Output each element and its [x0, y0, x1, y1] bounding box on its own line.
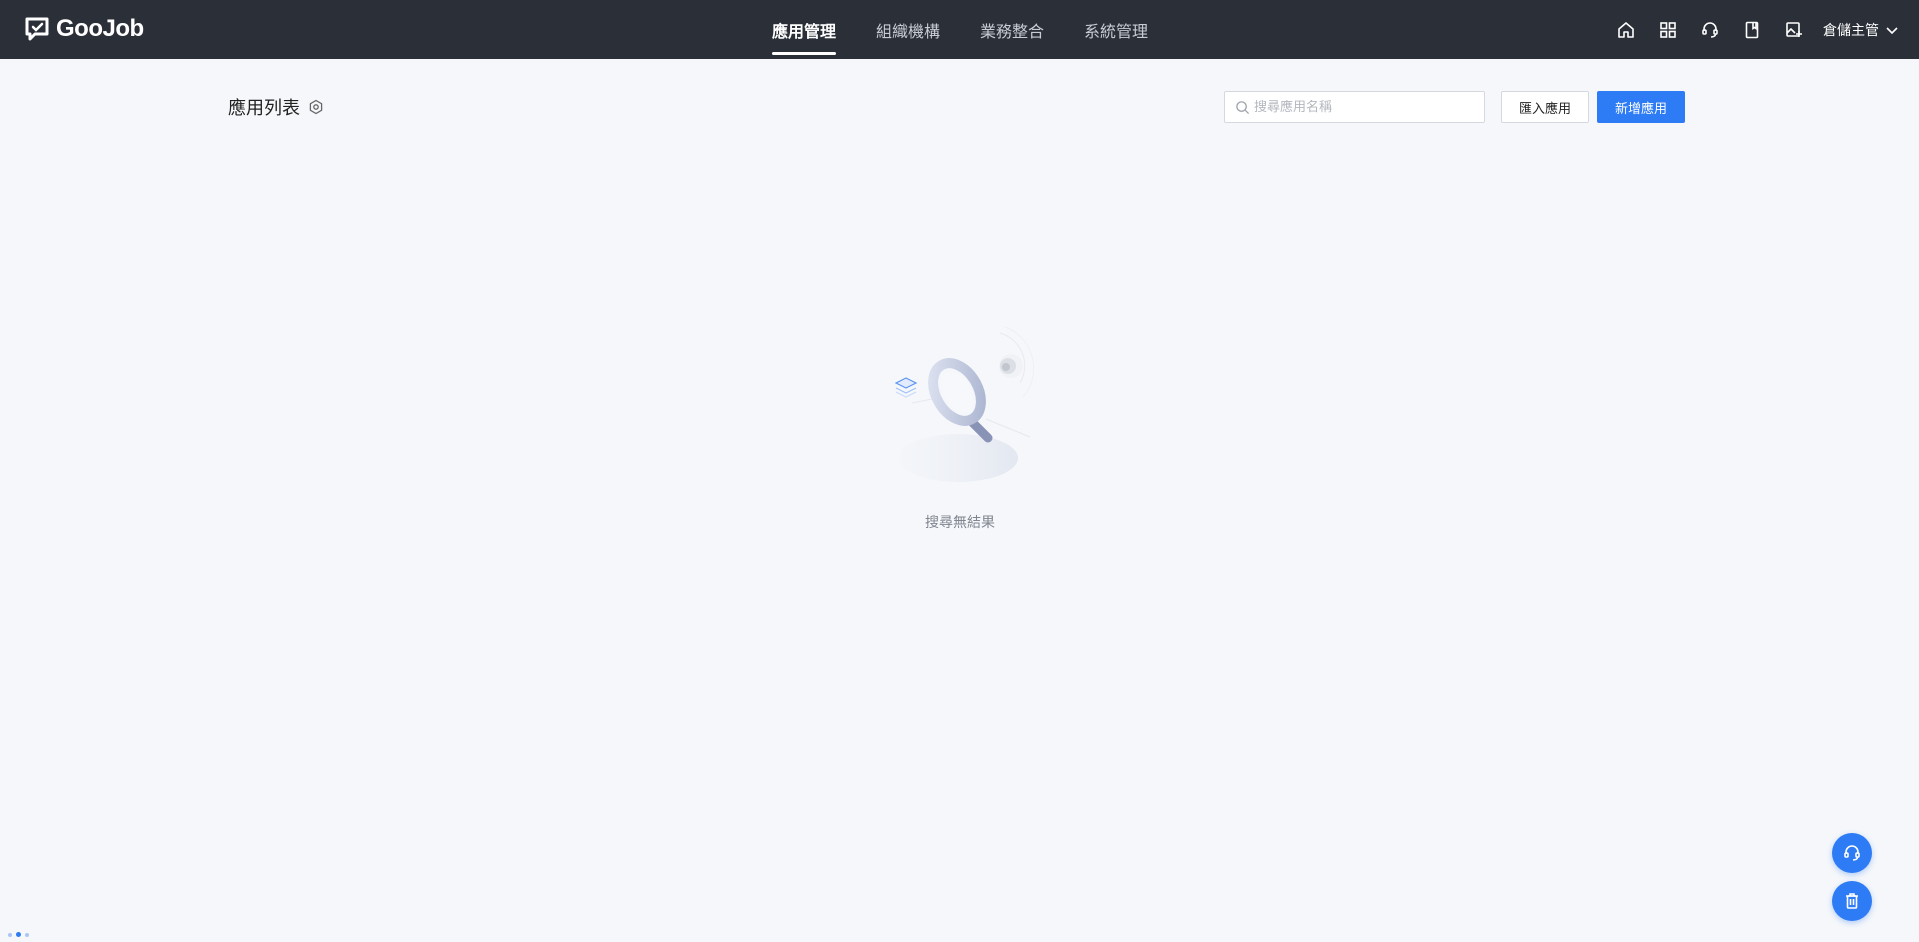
book-icon[interactable] — [1731, 0, 1773, 59]
dot — [25, 932, 29, 937]
home-icon[interactable] — [1605, 0, 1647, 59]
trash-button[interactable] — [1832, 881, 1872, 921]
dot — [8, 932, 12, 937]
user-name: 倉儲主管 — [1823, 22, 1879, 39]
nav-item-app-management[interactable]: 應用管理 — [772, 0, 856, 59]
page-title: 應用列表 — [228, 94, 324, 120]
main-nav: 應用管理 組織機構 業務整合 系統管理 — [772, 0, 1168, 59]
image-add-icon[interactable] — [1773, 0, 1815, 59]
empty-state-text: 搜尋無結果 — [925, 515, 995, 531]
trash-icon — [1846, 893, 1858, 909]
support-headset-icon — [1844, 845, 1860, 861]
chevron-down-icon — [1886, 26, 1898, 34]
support-headset-icon[interactable] — [1689, 0, 1731, 59]
nav-item-organization[interactable]: 組織機構 — [856, 0, 960, 59]
loading-dots-indicator — [8, 932, 29, 937]
logo-chat-icon — [25, 17, 49, 41]
page-title-text: 應用列表 — [228, 98, 300, 119]
new-app-button[interactable]: 新增應用 — [1597, 91, 1685, 123]
nav-item-business-integration[interactable]: 業務整合 — [960, 0, 1064, 59]
search-box[interactable] — [1224, 91, 1485, 123]
top-navigation-bar: GooJob 應用管理 組織機構 業務整合 系統管理 倉儲主管 — [0, 0, 1919, 59]
customer-support-button[interactable] — [1832, 833, 1872, 873]
import-app-button[interactable]: 匯入應用 — [1501, 91, 1589, 123]
apps-grid-icon[interactable] — [1647, 0, 1689, 59]
header-toolbar: 倉儲主管 — [1605, 0, 1899, 59]
user-menu[interactable]: 倉儲主管 — [1823, 20, 1899, 40]
brand-name: GooJob — [56, 15, 144, 42]
settings-gear-icon[interactable] — [308, 99, 324, 115]
nav-item-system-management[interactable]: 系統管理 — [1064, 0, 1168, 59]
search-icon — [1236, 100, 1250, 114]
logo[interactable]: GooJob — [24, 14, 144, 44]
dot-active — [16, 932, 21, 937]
empty-search-illustration — [894, 326, 1035, 482]
search-input[interactable] — [1254, 99, 1484, 115]
